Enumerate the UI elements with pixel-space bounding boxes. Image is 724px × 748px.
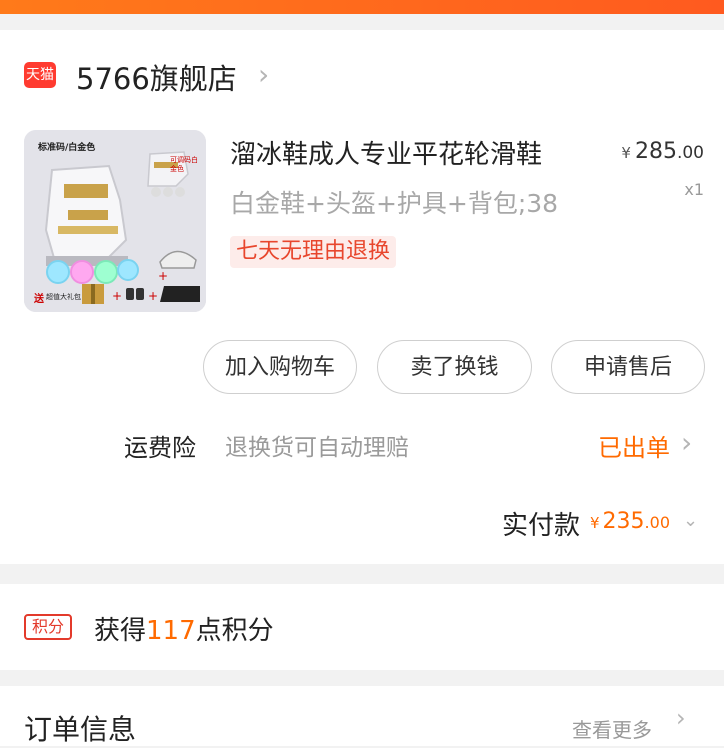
currency-symbol: ¥ xyxy=(590,514,600,532)
svg-text:+: + xyxy=(148,289,158,303)
insurance-status[interactable]: 已出单 xyxy=(598,428,670,463)
points-value: 117 xyxy=(146,616,196,646)
chevron-right-icon[interactable]: › xyxy=(681,426,692,459)
svg-text:+: + xyxy=(158,269,168,283)
paid-integer: 235 xyxy=(602,509,645,534)
resell-button[interactable]: 卖了换钱 xyxy=(377,340,532,394)
product-image[interactable]: + + + 标准码/白金色 可调码白金色 送 超值大礼包 xyxy=(24,130,206,312)
insurance-label: 运费险 xyxy=(124,434,196,462)
return-policy-tag: 七天无理由退换 xyxy=(230,236,397,268)
order-info-title: 订单信息 xyxy=(24,713,137,746)
image-promo-badge: 送 xyxy=(34,294,44,305)
add-to-cart-button[interactable]: 加入购物车 xyxy=(203,340,357,394)
image-side-note: 可调码白金色 xyxy=(170,156,198,173)
top-status-bar xyxy=(0,0,724,14)
price-integer: 285 xyxy=(634,139,677,164)
product-title[interactable]: 溜冰鞋成人专业平花轮滑鞋 xyxy=(230,134,542,171)
paid-decimal: .00 xyxy=(644,513,670,532)
paid-label: 实付款 xyxy=(502,511,581,541)
tmall-badge: 天猫 xyxy=(24,62,56,88)
chevron-down-icon[interactable]: ⌄ xyxy=(683,510,698,531)
product-quantity: x1 xyxy=(684,180,704,199)
image-gift-label: 超值大礼包 xyxy=(46,293,81,301)
after-sales-button[interactable]: 申请售后 xyxy=(551,340,705,394)
view-more-link[interactable]: 查看更多 xyxy=(572,714,652,743)
points-suffix: 点积分 xyxy=(195,616,274,646)
price-decimal: .00 xyxy=(676,143,704,163)
insurance-description: 退换货可自动理赔 xyxy=(225,435,409,461)
image-top-label: 标准码/白金色 xyxy=(38,143,96,153)
points-prefix: 获得 xyxy=(94,616,147,646)
product-sku: 白金鞋+头盔+护具+背包;38 xyxy=(230,189,559,218)
currency-symbol: ¥ xyxy=(621,144,631,162)
svg-text:+: + xyxy=(112,289,122,303)
chevron-right-icon[interactable]: › xyxy=(258,58,269,91)
paid-amount: ¥235.00 xyxy=(590,509,670,534)
points-badge: 积分 xyxy=(24,614,72,640)
points-text: 获得117点积分 xyxy=(94,610,274,647)
product-price: ¥285.00 xyxy=(621,139,704,164)
shop-name[interactable]: 5766旗舰店 xyxy=(76,56,237,98)
